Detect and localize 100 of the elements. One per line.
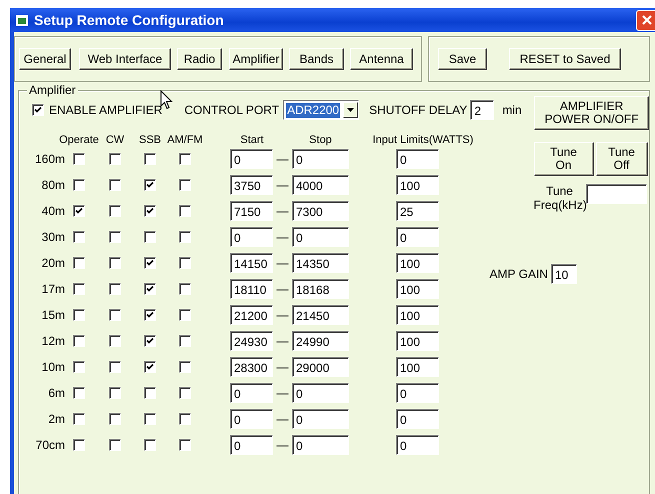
checkbox[interactable]: [109, 439, 121, 451]
checkbox[interactable]: [144, 387, 156, 399]
checkbox[interactable]: [144, 153, 156, 165]
checkbox[interactable]: [144, 335, 156, 347]
input-field[interactable]: 0: [292, 409, 349, 429]
input-field[interactable]: 0: [396, 409, 439, 429]
input-field[interactable]: 0: [230, 409, 273, 429]
checkbox[interactable]: [73, 309, 85, 321]
checkbox[interactable]: [179, 283, 191, 295]
checkbox[interactable]: [179, 335, 191, 347]
checkbox[interactable]: [179, 179, 191, 191]
checkbox[interactable]: [109, 413, 121, 425]
close-button[interactable]: [636, 10, 655, 30]
checkbox[interactable]: [144, 179, 156, 191]
checkbox[interactable]: [73, 283, 85, 295]
checkbox[interactable]: [109, 361, 121, 373]
input-field[interactable]: 24990: [292, 331, 349, 351]
input-field[interactable]: 0: [292, 227, 349, 247]
checkbox[interactable]: [144, 309, 156, 321]
input-field[interactable]: 0: [230, 227, 273, 247]
input-field[interactable]: 10: [550, 264, 577, 284]
checkbox[interactable]: [109, 257, 121, 269]
checkbox[interactable]: [179, 231, 191, 243]
save-button[interactable]: Save: [438, 48, 487, 70]
nav-button[interactable]: Web Interface: [79, 48, 171, 70]
checkbox[interactable]: [32, 104, 44, 116]
checkbox[interactable]: [73, 439, 85, 451]
input-field[interactable]: 4000: [292, 175, 349, 195]
checkbox[interactable]: [144, 439, 156, 451]
checkbox[interactable]: [73, 153, 85, 165]
nav-button[interactable]: General: [19, 48, 71, 70]
nav-button[interactable]: Radio: [177, 48, 222, 70]
checkbox[interactable]: [179, 413, 191, 425]
input-field[interactable]: 21450: [292, 305, 349, 325]
input-field[interactable]: 7300: [292, 201, 349, 221]
input-field[interactable]: [586, 184, 647, 204]
tune-button[interactable]: Tune Off: [596, 142, 648, 176]
checkbox[interactable]: [109, 309, 121, 321]
checkbox[interactable]: [144, 257, 156, 269]
input-field[interactable]: 100: [396, 331, 439, 351]
reset-button[interactable]: RESET to Saved: [509, 48, 621, 70]
input-field[interactable]: 18110: [230, 279, 273, 299]
checkbox[interactable]: [73, 179, 85, 191]
checkbox[interactable]: [73, 231, 85, 243]
checkbox[interactable]: [109, 153, 121, 165]
input-field[interactable]: 0: [230, 383, 273, 403]
input-field[interactable]: 0: [292, 435, 349, 455]
checkbox[interactable]: [144, 283, 156, 295]
power-button[interactable]: AMPLIFIER POWER ON/OFF: [534, 96, 649, 130]
checkbox[interactable]: [73, 387, 85, 399]
checkbox[interactable]: [109, 179, 121, 191]
input-field[interactable]: 100: [396, 253, 439, 273]
nav-button[interactable]: Amplifier: [229, 48, 283, 70]
input-field[interactable]: 100: [396, 279, 439, 299]
checkbox[interactable]: [109, 283, 121, 295]
nav-button[interactable]: Antenna: [350, 48, 413, 70]
input-field[interactable]: 100: [396, 357, 439, 377]
checkbox[interactable]: [73, 205, 85, 217]
input-field[interactable]: 0: [230, 435, 273, 455]
checkbox[interactable]: [179, 309, 191, 321]
checkbox[interactable]: [109, 387, 121, 399]
checkbox[interactable]: [179, 387, 191, 399]
input-field[interactable]: 100: [396, 305, 439, 325]
checkbox[interactable]: [73, 413, 85, 425]
checkbox[interactable]: [179, 153, 191, 165]
checkbox[interactable]: [73, 361, 85, 373]
input-field[interactable]: 0: [396, 149, 439, 169]
input-field[interactable]: 14350: [292, 253, 349, 273]
input-field[interactable]: 0: [396, 383, 439, 403]
checkbox[interactable]: [179, 361, 191, 373]
checkbox[interactable]: [73, 335, 85, 347]
checkbox[interactable]: [179, 205, 191, 217]
input-field[interactable]: 21200: [230, 305, 273, 325]
nav-button[interactable]: Bands: [289, 48, 344, 70]
input-field[interactable]: 0: [230, 149, 273, 169]
checkbox[interactable]: [109, 231, 121, 243]
checkbox[interactable]: [144, 361, 156, 373]
input-field[interactable]: 3750: [230, 175, 273, 195]
input-field[interactable]: 0: [396, 435, 439, 455]
input-field[interactable]: 100: [396, 175, 439, 195]
input-field[interactable]: 24930: [230, 331, 273, 351]
input-field[interactable]: 25: [396, 201, 439, 221]
checkbox[interactable]: [144, 413, 156, 425]
input-field[interactable]: 28300: [230, 357, 273, 377]
checkbox[interactable]: [179, 257, 191, 269]
tune-button[interactable]: Tune On: [534, 142, 594, 176]
checkbox[interactable]: [109, 205, 121, 217]
input-field[interactable]: 0: [292, 149, 349, 169]
input-field[interactable]: 0: [396, 227, 439, 247]
checkbox[interactable]: [109, 335, 121, 347]
input-field[interactable]: 18168: [292, 279, 349, 299]
input-field[interactable]: 29000: [292, 357, 349, 377]
checkbox[interactable]: [144, 231, 156, 243]
input-field[interactable]: 14150: [230, 253, 273, 273]
port-dropdown[interactable]: ADR2200: [283, 100, 360, 120]
input-field[interactable]: 7150: [230, 201, 273, 221]
input-field[interactable]: 2: [470, 100, 494, 120]
checkbox[interactable]: [179, 439, 191, 451]
checkbox[interactable]: [73, 257, 85, 269]
checkbox[interactable]: [144, 205, 156, 217]
